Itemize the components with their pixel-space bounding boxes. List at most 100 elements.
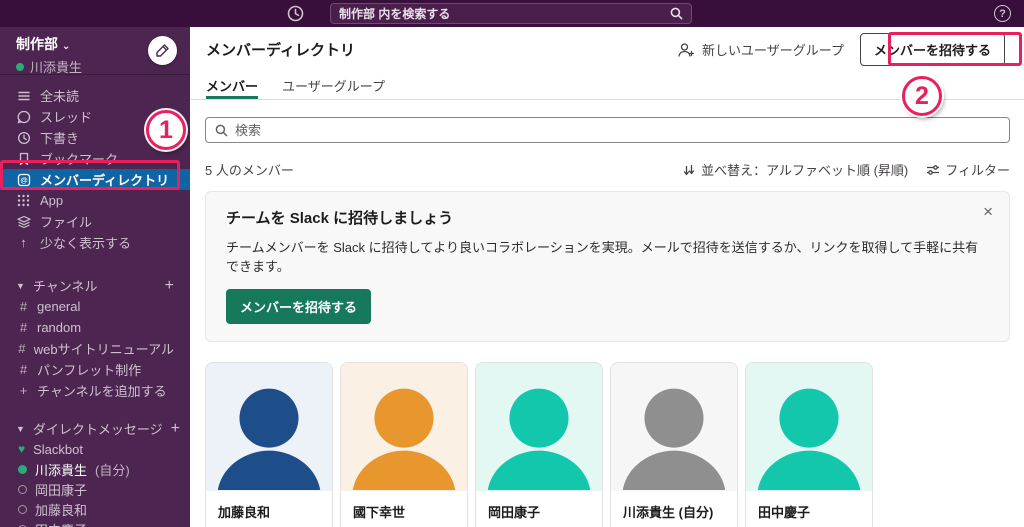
history-clock-icon[interactable] [286, 4, 305, 23]
invite-banner: チームを Slack に招待しましょう チームメンバーを Slack に招待して… [205, 191, 1010, 342]
member-search-input[interactable] [235, 122, 1000, 138]
dm-section-header[interactable]: ▼ ダイレクトメッセージ + [0, 418, 190, 439]
search-icon [215, 124, 228, 137]
channel-label: パンフレット制作 [37, 363, 142, 378]
filter-control[interactable]: フィルター [926, 160, 1010, 179]
sidebar-item-drafts[interactable]: 下書き [0, 127, 190, 148]
add-dm-plus-icon[interactable]: + [171, 420, 180, 438]
help-icon[interactable]: ? [994, 5, 1011, 22]
new-user-group-button[interactable]: 新しいユーザーグループ [677, 40, 844, 59]
caret-down-icon: ▼ [16, 280, 25, 291]
dm-self-suffix: (自分) [95, 462, 130, 478]
global-search-bar[interactable]: 制作部 内を検索する [330, 3, 692, 24]
page-title: メンバーディレクトリ [206, 42, 355, 59]
sidebar-item-label: 少なく表示する [40, 236, 132, 251]
tab-members[interactable]: メンバー [206, 72, 259, 99]
list-controls: 並べ替え：アルファベット順 (昇順) フィルター [682, 160, 1010, 179]
channel-random[interactable]: # random [0, 317, 190, 338]
invite-members-button[interactable]: メンバーを招待する [859, 33, 1005, 66]
hash-icon: # [19, 320, 28, 335]
sidebar-item-label: 全未読 [40, 89, 80, 104]
search-icon [670, 7, 683, 20]
sidebar-item-label: スレッド [40, 110, 93, 125]
avatar [611, 363, 737, 491]
member-name: 岡田康子 [488, 505, 541, 520]
bookmark-icon [16, 151, 31, 166]
member-card[interactable]: 國下幸世 [340, 362, 468, 527]
dm-self[interactable]: 川添貴生 (自分) [0, 459, 190, 479]
sort-label: 並べ替え：アルファベット順 (昇順) [701, 163, 909, 178]
heart-presence-icon: ♥ [18, 441, 26, 456]
member-name: 加藤良和 [218, 505, 271, 520]
channels-header-label: チャンネル [32, 279, 98, 294]
directory-tabs: メンバー ユーザーグループ [190, 72, 1024, 100]
compose-button[interactable] [148, 36, 177, 65]
svg-text:@: @ [20, 175, 27, 184]
sidebar-item-bookmarks[interactable]: ブックマーク [0, 148, 190, 169]
channel-general[interactable]: # general [0, 296, 190, 317]
member-count: 5 人のメンバー [205, 163, 294, 178]
directory-header: メンバーディレクトリ 新しいユーザーグループ メンバーを招待する [190, 27, 1024, 72]
dm-label: 田中慶子 [35, 520, 87, 527]
arrow-up-icon: ↑ [20, 235, 27, 250]
sidebar-item-all-unreads[interactable]: 全未読 [0, 85, 190, 106]
sidebar: 制作部 ⌄ 川添貴生 全未読 スレッド 下書き ブックマーク @ メンバーディレ… [0, 27, 190, 527]
channel-pamphlet[interactable]: # パンフレット制作 [0, 359, 190, 380]
sidebar-item-label: メンバーディレクトリ [40, 173, 170, 188]
sidebar-item-apps[interactable]: App [0, 190, 190, 211]
sort-arrows-icon [682, 163, 696, 177]
member-card[interactable]: 川添貴生 (自分) [610, 362, 738, 527]
add-channel-plus-icon[interactable]: + [165, 277, 174, 295]
sidebar-item-label: ファイル [40, 215, 93, 230]
dm-tanaka-clipped[interactable]: 田中慶子 [0, 519, 190, 527]
hash-icon: # [18, 341, 26, 356]
global-search-placeholder: 制作部 内を検索する [339, 7, 451, 21]
hash-icon: # [19, 299, 28, 314]
sidebar-item-files[interactable]: ファイル [0, 211, 190, 232]
banner-invite-button[interactable]: メンバーを招待する [226, 289, 372, 324]
directory-content: 5 人のメンバー 並べ替え：アルファベット順 (昇順) フィルター チームを S… [190, 100, 1024, 527]
channel-label: random [37, 320, 82, 335]
add-channel-item[interactable]: + チャンネルを追加する [0, 380, 190, 401]
thread-icon [16, 109, 31, 124]
tab-user-groups[interactable]: ユーザーグループ [282, 72, 385, 99]
hash-icon: # [19, 362, 28, 377]
add-user-icon [677, 42, 695, 58]
sidebar-item-label: App [40, 193, 64, 208]
presence-online-icon [16, 62, 24, 71]
filter-label: フィルター [945, 163, 1010, 178]
sidebar-item-label: 下書き [40, 131, 80, 146]
banner-title: チームを Slack に招待しましょう [226, 210, 454, 227]
member-cards: 加藤良和 國下幸世 岡田康子 川添貴生 (自分) 田中慶子 [205, 362, 1010, 527]
clock-icon [16, 130, 31, 145]
pencil-icon [156, 44, 169, 57]
sidebar-item-member-directory[interactable]: @ メンバーディレクトリ [0, 169, 190, 190]
channel-label: webサイトリニューアル [33, 342, 174, 357]
dm-kato[interactable]: 加藤良和 [0, 499, 190, 519]
dm-okada[interactable]: 岡田康子 [0, 479, 190, 499]
sidebar-item-threads[interactable]: スレッド [0, 106, 190, 127]
top-bar: 制作部 内を検索する ? [0, 0, 1024, 27]
apps-grid-icon [16, 193, 31, 208]
sidebar-item-label: ブックマーク [40, 152, 119, 167]
member-card[interactable]: 岡田康子 [475, 362, 603, 527]
member-meta-row: 5 人のメンバー 並べ替え：アルファベット順 (昇順) フィルター [205, 160, 1010, 179]
sidebar-item-show-less[interactable]: ↑ 少なく表示する [0, 232, 190, 253]
sort-control[interactable]: 並べ替え：アルファベット順 (昇順) [682, 160, 908, 179]
sidebar-nav: 全未読 スレッド 下書き ブックマーク @ メンバーディレクトリ App ファイ… [0, 75, 190, 253]
member-card[interactable]: 加藤良和 [205, 362, 333, 527]
dm-slackbot[interactable]: ♥ Slackbot [0, 439, 190, 459]
channel-label: general [37, 299, 81, 314]
channel-web-renewal[interactable]: # webサイトリニューアル [0, 338, 190, 359]
channels-section-header[interactable]: ▼ チャンネル + [0, 275, 190, 296]
dm-label: 川添貴生 [35, 462, 88, 478]
dm-header-label: ダイレクトメッセージ [32, 422, 163, 437]
chevron-down-icon: ⌄ [61, 41, 71, 52]
new-user-group-label: 新しいユーザーグループ [702, 43, 844, 58]
member-card[interactable]: 田中慶子 [745, 362, 873, 527]
layers-icon [16, 214, 31, 229]
member-search-field[interactable] [205, 117, 1010, 143]
plus-icon: + [19, 383, 28, 398]
main-panel: メンバーディレクトリ 新しいユーザーグループ メンバーを招待する メンバー ユー… [190, 27, 1024, 527]
close-icon[interactable]: × [983, 203, 993, 220]
